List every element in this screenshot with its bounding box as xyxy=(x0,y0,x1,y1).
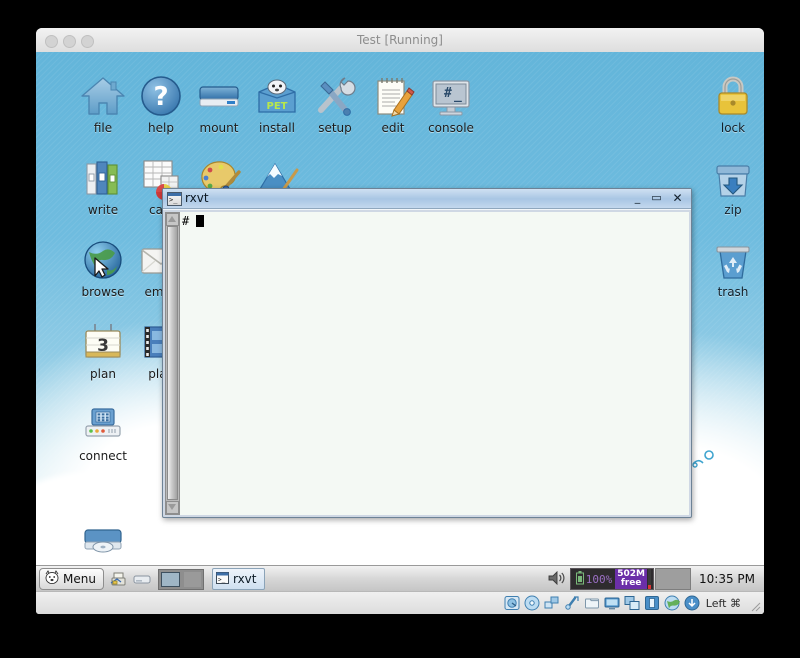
archive-box-icon xyxy=(709,154,757,202)
desktop-icon-console[interactable]: # _ console xyxy=(414,72,488,135)
desktop-icon-label: connect xyxy=(79,449,127,463)
virtualbox-status-bar: Left ⌘ xyxy=(36,591,764,614)
binders-icon xyxy=(79,154,127,202)
rxvt-window-title: rxvt xyxy=(185,191,209,205)
resize-grip[interactable] xyxy=(749,597,761,612)
battery-percent: 100% xyxy=(585,572,613,586)
optical-drive-icon xyxy=(79,516,127,564)
desktop-icon-label: lock xyxy=(720,121,746,135)
scrollbar-down-arrow-icon[interactable] xyxy=(166,501,179,514)
svg-text:#: # xyxy=(444,86,452,101)
desktop-icon-lock[interactable]: lock xyxy=(696,72,764,135)
workspace-pager[interactable] xyxy=(157,568,204,590)
host-titlebar: Test [Running] xyxy=(36,28,764,53)
rxvt-maximize-button[interactable]: ▭ xyxy=(649,190,664,206)
pager-desktop-2[interactable] xyxy=(183,571,201,587)
terminal-screen[interactable]: # xyxy=(180,212,689,515)
task-button-list: >_ rxvt xyxy=(211,568,546,590)
host-key-icon[interactable] xyxy=(684,595,700,611)
battery-indicator: 100% xyxy=(573,570,616,588)
puppy-dog-icon xyxy=(44,570,60,588)
desktop-icon-label: console xyxy=(428,121,474,135)
harddisk-icon[interactable] xyxy=(504,595,520,611)
harddisk-icon xyxy=(195,72,243,120)
host-window-title: Test [Running] xyxy=(357,33,443,47)
calendar-day: 3 xyxy=(97,336,109,356)
calendar-icon: 3 xyxy=(79,318,127,366)
decorative-doodle-icon xyxy=(692,450,714,468)
speaker-icon[interactable] xyxy=(546,569,568,589)
start-menu-button[interactable]: Menu xyxy=(39,568,104,590)
question-mark-icon: ? xyxy=(137,72,185,120)
system-tray: 100% 502M free 10:35 PM xyxy=(546,568,761,590)
taskbar: Menu >_ rxvt 100% 502M free 10:35 PM xyxy=(36,565,764,592)
printer-icon[interactable] xyxy=(108,569,128,589)
modem-phone-icon xyxy=(79,400,127,448)
desktop-icon-label: trash xyxy=(717,285,749,299)
tools-icon xyxy=(311,72,359,120)
house-icon xyxy=(79,72,127,120)
scrollbar-thumb[interactable] xyxy=(167,226,178,500)
guest-screen[interactable]: file ? help mount PET install setup edit… xyxy=(36,52,764,592)
rxvt-window[interactable]: >_ rxvt _ ▭ ✕ # xyxy=(162,188,692,518)
tray-spacer xyxy=(655,568,691,590)
mouse-integration-icon[interactable] xyxy=(664,595,680,611)
start-menu-label: Menu xyxy=(63,572,96,586)
memory-indicator: 502M free xyxy=(615,569,647,589)
display-icon[interactable] xyxy=(604,595,620,611)
rxvt-minimize-button[interactable]: _ xyxy=(630,190,645,206)
globe-cursor-icon xyxy=(79,236,127,284)
rxvt-titlebar[interactable]: >_ rxvt _ ▭ ✕ xyxy=(163,189,691,209)
shared-folder-icon[interactable] xyxy=(584,595,600,611)
svg-text:PET: PET xyxy=(267,101,288,112)
memory-label: free xyxy=(620,578,642,588)
task-button-rxvt[interactable]: >_ rxvt xyxy=(211,568,266,590)
padlock-icon xyxy=(709,72,757,120)
svg-text:_: _ xyxy=(454,88,462,103)
task-button-label: rxvt xyxy=(232,572,257,586)
rxvt-scrollbar[interactable] xyxy=(165,212,180,515)
optical-disc-icon[interactable] xyxy=(524,595,540,611)
system-monitor-applet[interactable]: 100% 502M free xyxy=(569,568,654,590)
drive-icon[interactable] xyxy=(132,569,152,589)
network-icon[interactable] xyxy=(544,595,560,611)
notepad-pencil-icon xyxy=(369,72,417,120)
desktop-icon-connect[interactable]: connect xyxy=(66,400,140,463)
scrollbar-up-arrow-icon[interactable] xyxy=(166,213,179,226)
terminal-prompt: # xyxy=(182,214,197,228)
terminal-icon: >_ xyxy=(215,571,229,587)
usb-icon[interactable] xyxy=(564,595,580,611)
svg-text:?: ? xyxy=(153,82,168,112)
host-key-label: Left ⌘ xyxy=(705,596,741,610)
memory-bar-graph xyxy=(648,569,651,589)
virtualbox-window: Test [Running] file ? help mount PET ins… xyxy=(36,28,764,614)
rxvt-body: # xyxy=(163,209,691,517)
terminal-icon: >_ xyxy=(167,192,182,206)
taskbar-clock[interactable]: 10:35 PM xyxy=(699,572,755,586)
terminal-cursor xyxy=(196,215,205,227)
recycle-bin-icon xyxy=(709,236,757,284)
desktop-icon-label: zip xyxy=(724,203,742,217)
remote-display-icon[interactable] xyxy=(624,595,640,611)
svg-text:>_: >_ xyxy=(218,576,226,583)
battery-icon xyxy=(575,570,584,588)
terminal-monitor-icon: # _ xyxy=(427,72,475,120)
pet-package-icon: PET xyxy=(253,72,301,120)
desktop-icon-zip[interactable]: zip xyxy=(696,154,764,217)
rxvt-close-button[interactable]: ✕ xyxy=(670,190,685,206)
pager-desktop-1[interactable] xyxy=(160,571,180,587)
desktop-icon-trash[interactable]: trash xyxy=(696,236,764,299)
recording-icon[interactable] xyxy=(644,595,660,611)
